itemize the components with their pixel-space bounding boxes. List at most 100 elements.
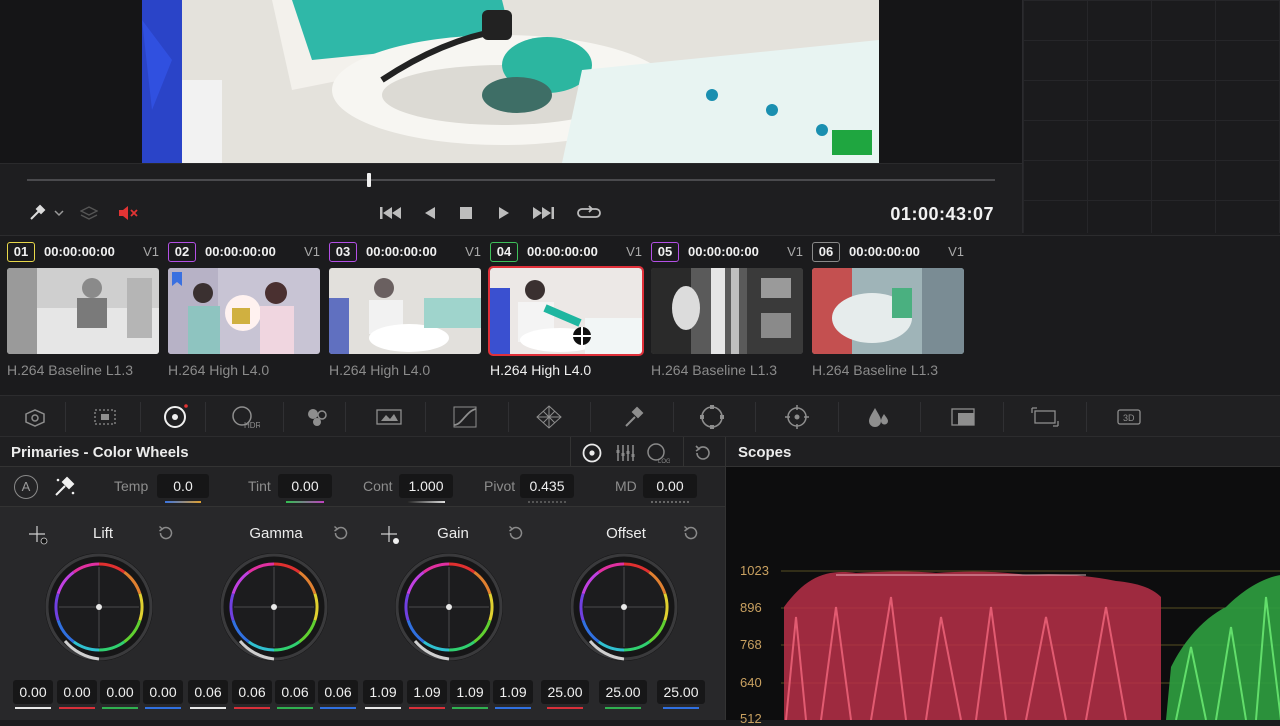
scrubber-track[interactable] — [27, 179, 995, 181]
temp-field[interactable]: 0.0 — [157, 474, 209, 503]
pivot-field[interactable]: 0.435 — [520, 474, 574, 503]
clip-thumbnail[interactable] — [168, 268, 320, 354]
color-wheels-icon[interactable] — [160, 404, 190, 430]
playhead[interactable] — [367, 173, 371, 187]
clip-item[interactable]: 05 00:00:00:00 V1 H.264 Baseline L1.3 — [651, 236, 805, 386]
gain-picker-icon[interactable] — [380, 525, 400, 550]
pivot-gradient — [528, 501, 566, 503]
hdr-wheels-icon[interactable]: HDR — [230, 404, 260, 430]
loop-icon[interactable] — [576, 202, 602, 224]
tint-field[interactable]: 0.00 — [278, 474, 332, 503]
svg-text:HDR: HDR — [244, 421, 260, 430]
panel-title: Scopes — [738, 444, 792, 461]
key-icon[interactable] — [948, 404, 978, 430]
white-balance-picker-icon[interactable] — [53, 476, 77, 503]
lift-b-value[interactable]: 0.00 — [143, 680, 183, 704]
gamma-y-value[interactable]: 0.06 — [188, 680, 228, 704]
clip-strip: 01 00:00:00:00 V1 H.264 Baseline L1.3 02… — [0, 235, 1280, 395]
offset-r-value[interactable]: 25.00 — [541, 680, 589, 704]
clip-track: V1 — [787, 244, 803, 259]
toolbar-divider — [1086, 402, 1087, 432]
window-icon[interactable] — [697, 404, 727, 430]
rgb-mixer-icon[interactable] — [302, 404, 332, 430]
chevron-down-icon[interactable] — [52, 202, 66, 224]
gain-b-value[interactable]: 1.09 — [493, 680, 533, 704]
offset-g-value[interactable]: 25.00 — [599, 680, 647, 704]
clip-thumbnail[interactable] — [329, 268, 481, 354]
color-match-icon[interactable] — [90, 404, 120, 430]
lift-y-value[interactable]: 0.00 — [13, 680, 53, 704]
panel-title: Primaries - Color Wheels — [11, 444, 189, 461]
pivot-label: Pivot — [484, 478, 516, 494]
clip-thumbnail[interactable] — [812, 268, 964, 354]
clip-item[interactable]: 01 00:00:00:00 V1 H.264 Baseline L1.3 — [7, 236, 161, 386]
md-value: 0.00 — [656, 478, 684, 494]
gamma-wheel[interactable] — [218, 551, 330, 663]
gain-reset-icon[interactable] — [507, 524, 525, 547]
camera-raw-icon[interactable] — [20, 404, 50, 430]
auto-balance-button[interactable]: A — [14, 475, 38, 499]
qualifier-icon[interactable] — [618, 404, 648, 430]
clip-item[interactable]: 06 00:00:00:00 V1 H.264 Baseline L1.3 — [812, 236, 966, 386]
gain-g-value[interactable]: 1.09 — [450, 680, 490, 704]
clip-item[interactable]: 03 00:00:00:00 V1 H.264 High L4.0 — [329, 236, 483, 386]
color-wheels-mode-icon[interactable] — [581, 442, 603, 469]
clip-thumbnail[interactable] — [488, 266, 644, 356]
clip-thumbnail[interactable] — [651, 268, 803, 354]
r-channel-line — [409, 707, 445, 709]
gain-wheel[interactable] — [393, 551, 505, 663]
clip-codec: H.264 High L4.0 — [490, 362, 592, 378]
clip-item[interactable]: 02 00:00:00:00 V1 H.264 High L4.0 — [168, 236, 322, 386]
clip-thumbnail[interactable] — [7, 268, 159, 354]
go-to-end-icon[interactable] — [530, 202, 556, 224]
clip-track: V1 — [143, 244, 159, 259]
log-wheels-icon[interactable]: LOG — [646, 442, 671, 469]
primaries-bars-icon[interactable] — [614, 442, 636, 469]
lift-r-value[interactable]: 0.00 — [57, 680, 97, 704]
offset-b-value[interactable]: 25.00 — [657, 680, 705, 704]
muted-speaker-icon[interactable] — [116, 202, 142, 224]
gamma-r-value[interactable]: 0.06 — [232, 680, 272, 704]
gamma-g-value[interactable]: 0.06 — [275, 680, 315, 704]
viewer-frame-image — [142, 0, 879, 163]
eyedropper-icon[interactable] — [26, 202, 48, 224]
timecode-display: 01:00:43:07 — [890, 204, 994, 224]
header-divider — [570, 437, 571, 467]
offset-wheel[interactable] — [568, 551, 680, 663]
clip-codec: H.264 High L4.0 — [168, 362, 270, 378]
viewer[interactable] — [0, 0, 1022, 163]
reset-icon[interactable] — [693, 443, 713, 468]
go-to-start-icon[interactable] — [378, 202, 404, 224]
clip-item-selected[interactable]: 04 00:00:00:00 V1 H.264 High L4.0 — [488, 236, 644, 386]
md-field[interactable]: 0.00 — [643, 474, 697, 503]
offset-reset-icon[interactable] — [682, 524, 700, 547]
lift-wheel[interactable] — [43, 551, 155, 663]
gamma-b-value[interactable]: 0.06 — [318, 680, 358, 704]
lift-g-value[interactable]: 0.00 — [100, 680, 140, 704]
header-divider — [683, 437, 684, 467]
gamma-reset-icon[interactable] — [332, 524, 350, 547]
gain-y-value[interactable]: 1.09 — [363, 680, 403, 704]
temp-gradient — [165, 501, 201, 503]
gain-r-value[interactable]: 1.09 — [407, 680, 447, 704]
color-warper-icon[interactable] — [534, 404, 564, 430]
curves-icon[interactable] — [450, 404, 480, 430]
toolbar-divider — [920, 402, 921, 432]
sizing-icon[interactable] — [1030, 404, 1060, 430]
contrast-label: Cont — [363, 478, 393, 494]
r-channel-line — [547, 707, 583, 709]
play-icon[interactable] — [494, 202, 514, 224]
lift-reset-icon[interactable] — [157, 524, 175, 547]
stop-icon[interactable] — [456, 202, 476, 224]
contrast-field[interactable]: 1.000 — [399, 474, 453, 503]
lift-picker-icon[interactable] — [28, 525, 48, 550]
clip-number: 03 — [329, 242, 357, 262]
layers-icon[interactable] — [78, 202, 100, 224]
tracker-icon[interactable] — [782, 404, 812, 430]
motion-effects-icon[interactable] — [374, 404, 404, 430]
transport-bar: 01:00:43:07 — [0, 163, 1022, 235]
stereo-3d-icon[interactable]: 3D — [1114, 404, 1144, 430]
play-reverse-icon[interactable] — [420, 202, 440, 224]
blur-icon[interactable] — [863, 404, 893, 430]
contrast-gradient — [407, 501, 445, 503]
